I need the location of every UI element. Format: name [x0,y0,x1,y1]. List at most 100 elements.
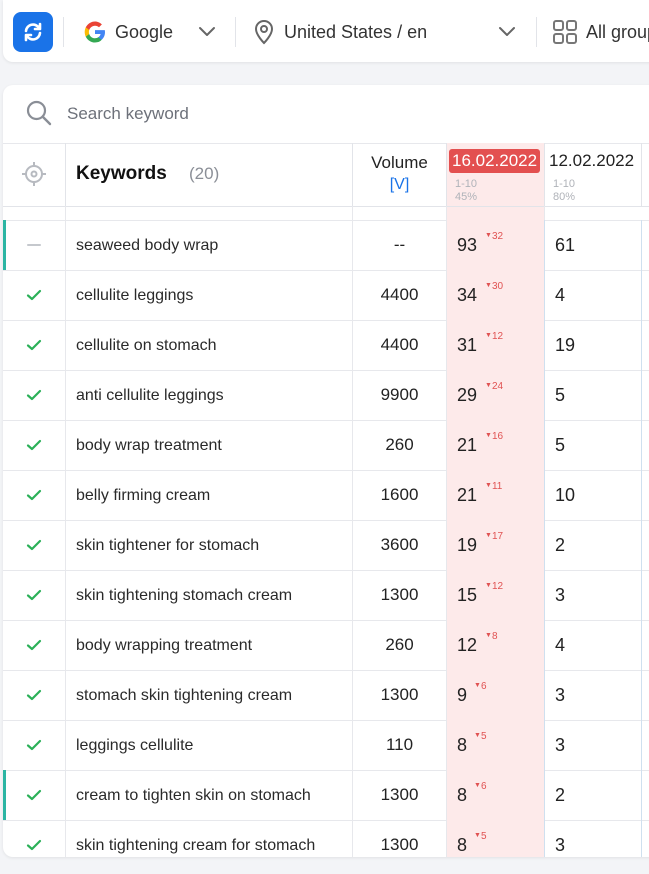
prev-position-cell[interactable]: 2 [545,520,642,570]
keyword-cell[interactable]: belly firming cream [66,470,353,520]
keyword-cell[interactable]: body wrap treatment [66,420,353,470]
keyword-text: skin tightening cream for stomach [76,836,316,854]
keyword-cell[interactable]: cellulite leggings [66,270,353,320]
prev-date-percent: 80% [553,191,576,203]
table-row[interactable]: leggings cellulite 110 8 ▼5 3 [3,720,649,771]
current-position-cell[interactable]: 8 ▼6 [447,770,545,820]
keyword-cell[interactable]: anti cellulite leggings [66,370,353,420]
check-icon [26,839,42,851]
volume-source-link[interactable]: [V] [353,176,446,194]
keyword-cell[interactable]: skin tightening stomach cream [66,570,353,620]
table-row[interactable]: body wrap treatment 260 21 ▼16 5 [3,420,649,471]
status-cell[interactable] [3,520,66,570]
position-value: 12 [457,635,478,655]
prev-position-cell[interactable]: 3 [545,820,642,857]
table-row[interactable]: cellulite on stomach 4400 31 ▼12 19 [3,320,649,371]
status-cell[interactable] [3,570,66,620]
current-position-cell[interactable]: 29 ▼24 [447,370,545,420]
keyword-text: stomach skin tightening cream [76,686,293,704]
table-row[interactable]: cellulite leggings 4400 34 ▼30 4 [3,270,649,321]
current-position-cell[interactable]: 15 ▼12 [447,570,545,620]
volume-header[interactable]: Volume [353,153,446,173]
position-change-value: 6 [480,681,487,692]
position-change: ▼24 [485,381,503,392]
prev-position-cell[interactable]: 5 [545,370,642,420]
prev-position-cell[interactable]: 4 [545,620,642,670]
current-position-cell[interactable]: 93 ▼32 [447,220,545,270]
prev-position-cell[interactable]: 5 [545,420,642,470]
volume-cell: 1300 [353,570,447,620]
location-label: United States / en [284,22,428,42]
table-row[interactable]: skin tightener for stomach 3600 19 ▼17 2 [3,520,649,571]
change-down-icon: ▼ [485,332,492,339]
table-row[interactable]: stomach skin tightening cream 1300 9 ▼6 3 [3,670,649,721]
prev-position-value: 61 [555,235,576,255]
table-row[interactable]: body wrapping treatment 260 12 ▼8 4 [3,620,649,671]
prev-position-value: 2 [555,535,566,555]
volume-cell: 260 [353,420,447,470]
keyword-cell[interactable]: body wrapping treatment [66,620,353,670]
volume-cell: 4400 [353,270,447,320]
keyword-cell[interactable]: stomach skin tightening cream [66,670,353,720]
status-cell[interactable] [3,420,66,470]
keywords-header[interactable]: Keywords [76,163,167,185]
keyword-cell[interactable]: skin tightener for stomach [66,520,353,570]
table-row[interactable]: belly firming cream 1600 21 ▼11 10 [3,470,649,521]
refresh-button[interactable] [13,12,53,52]
table-row[interactable]: seaweed body wrap -- 93 ▼32 61 [3,220,649,271]
position-change: ▼16 [485,431,503,442]
position-change: ▼17 [485,531,503,542]
status-cell[interactable] [3,620,66,670]
current-date-badge[interactable]: 16.02.2022 [449,149,541,173]
status-cell[interactable] [3,220,66,270]
prev-position-cell[interactable]: 3 [545,570,642,620]
current-position-cell[interactable]: 34 ▼30 [447,270,545,320]
keyword-cell[interactable]: skin tightening cream for stomach [66,820,353,857]
table-row[interactable]: anti cellulite leggings 9900 29 ▼24 5 [3,370,649,421]
position-change-value: 5 [480,831,487,842]
search-icon [26,100,52,126]
status-cell[interactable] [3,770,66,820]
status-cell[interactable] [3,370,66,420]
status-cell[interactable] [3,320,66,370]
change-down-icon: ▼ [485,432,492,439]
status-cell[interactable] [3,820,66,857]
prev-position-cell[interactable]: 61 [545,220,642,270]
prev-position-cell[interactable]: 10 [545,470,642,520]
status-cell[interactable] [3,720,66,770]
current-position-cell[interactable]: 8 ▼5 [447,820,545,857]
current-position-cell[interactable]: 31 ▼12 [447,320,545,370]
prev-date-header[interactable]: 12.02.2022 [549,151,634,171]
status-cell[interactable] [3,270,66,320]
status-cell[interactable] [3,670,66,720]
groups-dropdown[interactable]: All groups [548,0,649,62]
current-position-cell[interactable]: 8 ▼5 [447,720,545,770]
volume-cell: 1300 [353,670,447,720]
current-position-cell[interactable]: 12 ▼8 [447,620,545,670]
table-row[interactable]: skin tightening cream for stomach 1300 8 ▼5… [3,820,649,857]
current-position-cell[interactable]: 21 ▼11 [447,470,545,520]
prev-position-cell[interactable]: 3 [545,720,642,770]
volume-cell: -- [353,220,447,270]
table-row[interactable]: cream to tighten skin on stomach 1300 8 ▼6 2 [3,770,649,821]
search-input[interactable] [65,99,469,129]
position-value: 8 [457,735,468,755]
prev-position-cell[interactable]: 4 [545,270,642,320]
position-change: ▼5 [474,831,487,842]
keyword-cell[interactable]: leggings cellulite [66,720,353,770]
current-position-cell[interactable]: 21 ▼16 [447,420,545,470]
status-cell[interactable] [3,470,66,520]
crosshair-icon[interactable] [21,161,47,187]
table-row[interactable]: skin tightening stomach cream 1300 15 ▼12 3 [3,570,649,621]
keyword-cell[interactable]: cellulite on stomach [66,320,353,370]
keyword-cell[interactable]: seaweed body wrap [66,220,353,270]
prev-position-cell[interactable]: 2 [545,770,642,820]
search-engine-dropdown[interactable]: Google [78,0,228,62]
keyword-cell[interactable]: cream to tighten skin on stomach [66,770,353,820]
prev-position-cell[interactable]: 19 [545,320,642,370]
position-change-value: 6 [480,781,487,792]
current-position-cell[interactable]: 19 ▼17 [447,520,545,570]
prev-position-cell[interactable]: 3 [545,670,642,720]
location-dropdown[interactable]: United States / en [248,0,528,62]
current-position-cell[interactable]: 9 ▼6 [447,670,545,720]
